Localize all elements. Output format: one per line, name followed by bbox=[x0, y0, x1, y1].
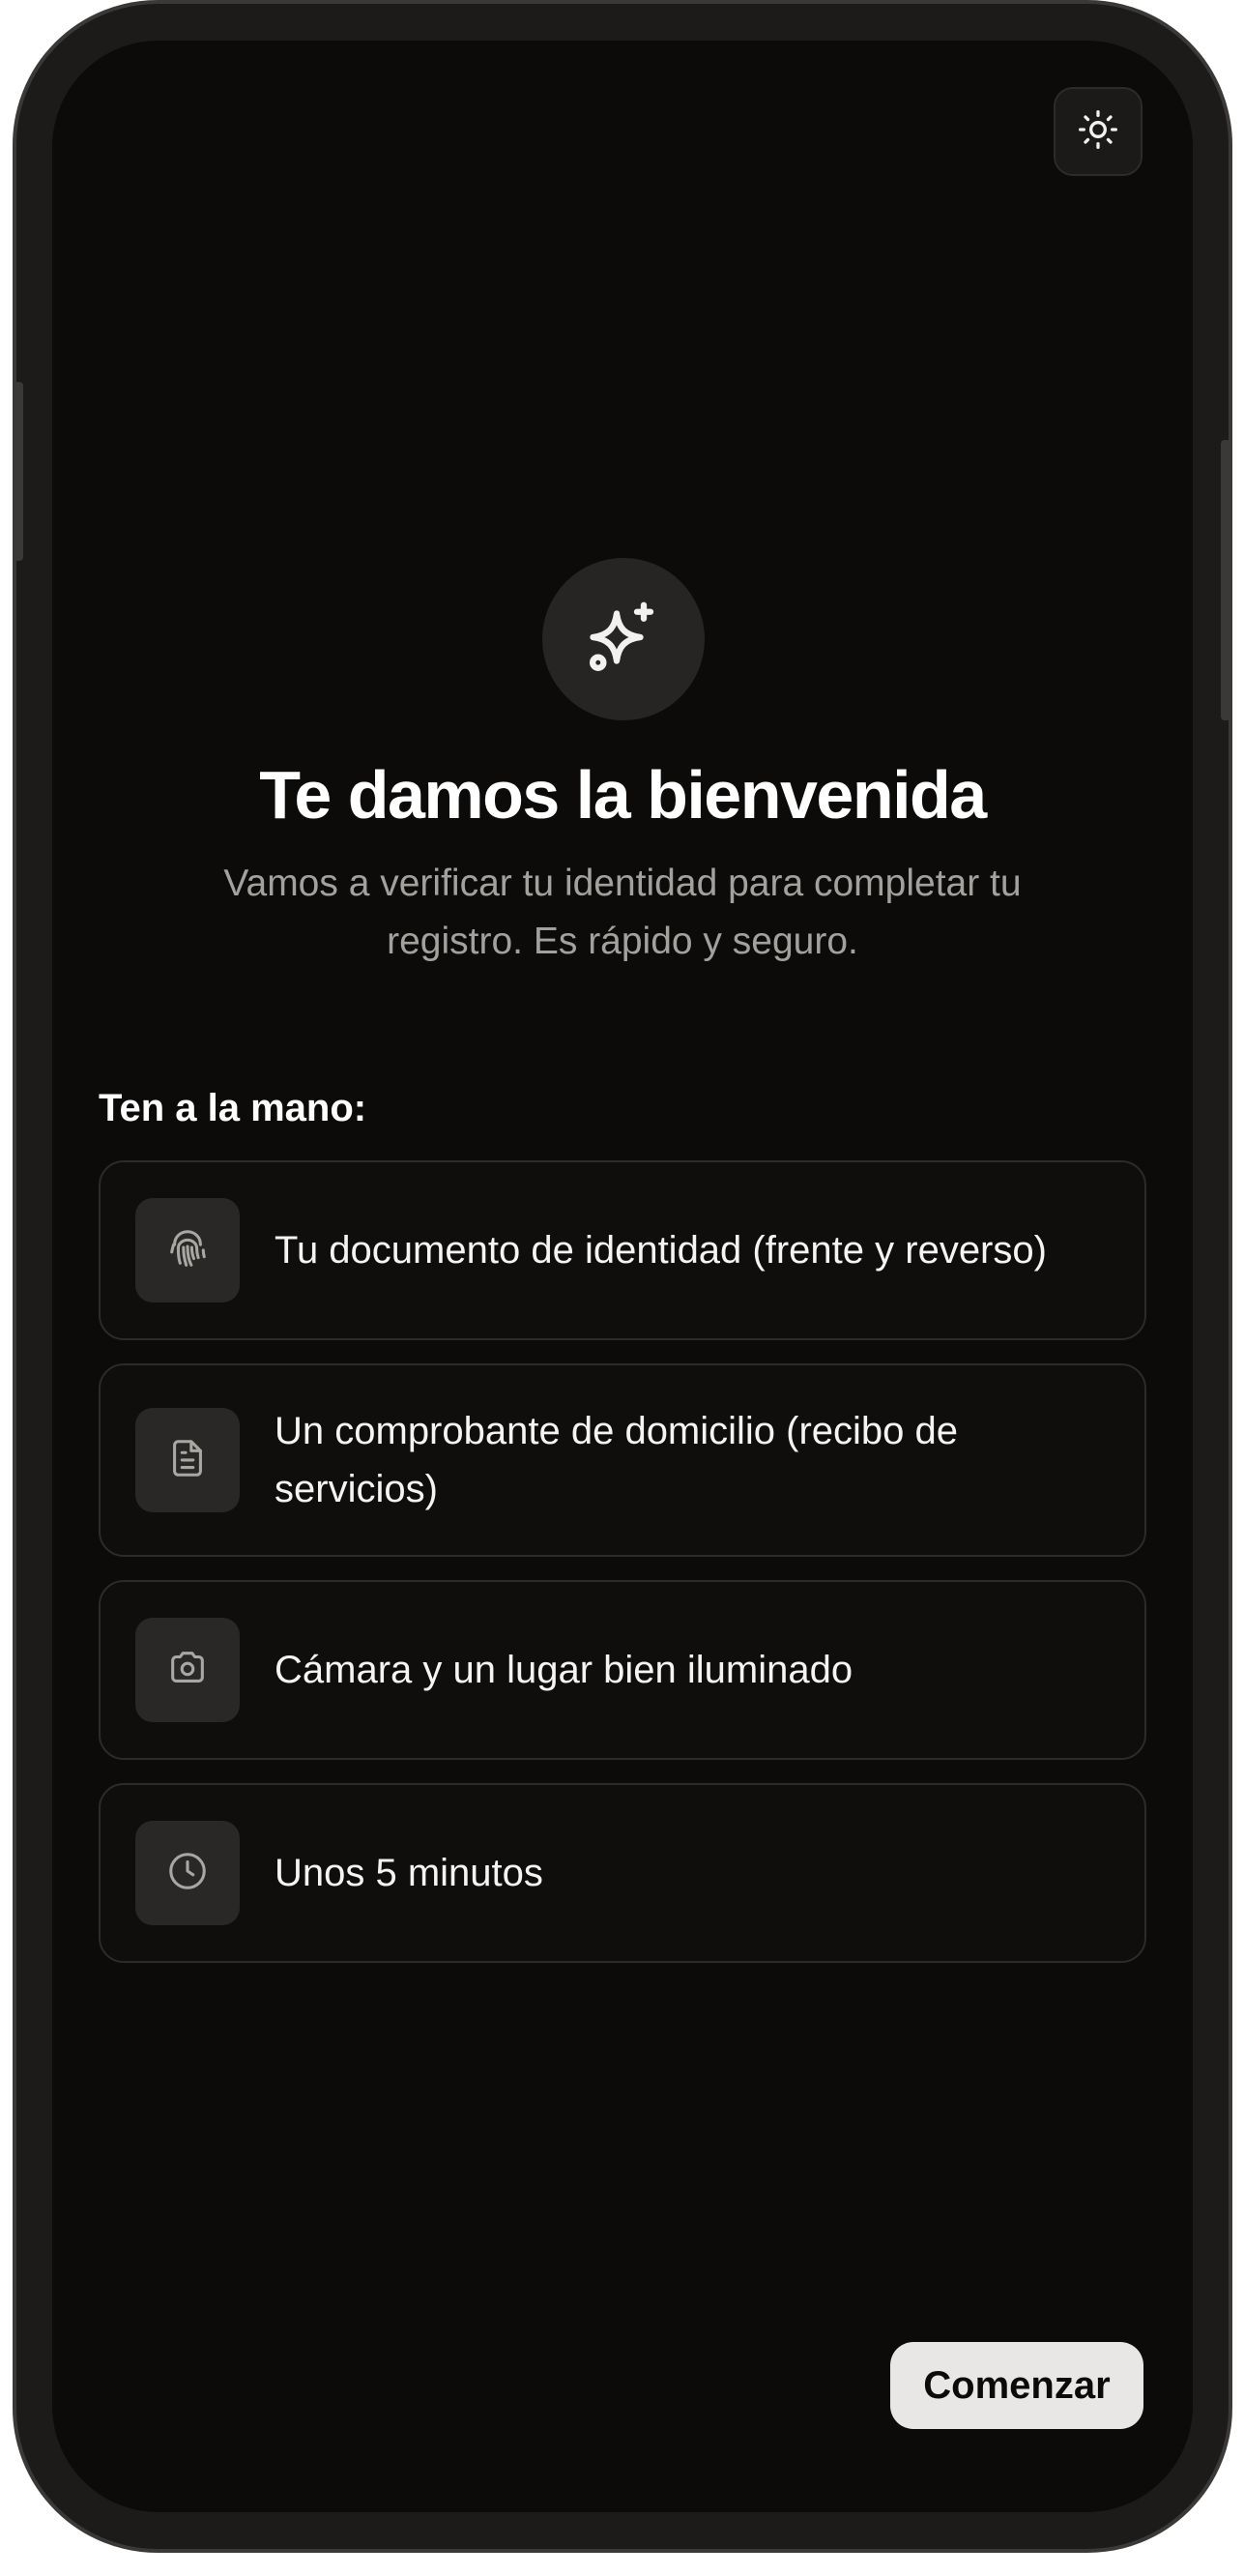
item-icon-tile bbox=[135, 1198, 240, 1303]
item-text: Tu documento de identidad (frente y reve… bbox=[275, 1229, 1047, 1272]
item-text: Cámara y un lugar bien iluminado bbox=[275, 1649, 853, 1691]
checklist-label: Ten a la mano: bbox=[99, 1087, 367, 1129]
start-button[interactable]: Comenzar bbox=[890, 2342, 1143, 2429]
sparkles-icon bbox=[583, 597, 664, 683]
item-text: Unos 5 minutos bbox=[275, 1852, 543, 1894]
item-icon-tile bbox=[135, 1821, 240, 1925]
device-side-button-left bbox=[14, 382, 23, 561]
item-icon-tile bbox=[135, 1408, 240, 1512]
checklist-item-time: Unos 5 minutos bbox=[99, 1783, 1146, 1963]
app-screen: Te damos la bienvenida Vamos a verificar… bbox=[52, 41, 1193, 2512]
clock-icon bbox=[165, 1849, 210, 1898]
document-icon bbox=[165, 1436, 210, 1485]
checklist-item-proof-of-address: Un comprobante de domicilio (recibo de s… bbox=[99, 1363, 1146, 1557]
page-subtitle: Vamos a verificar tu identidad para comp… bbox=[223, 863, 1022, 962]
camera-icon bbox=[165, 1646, 210, 1695]
hero-badge bbox=[542, 558, 705, 720]
item-text: Un comprobante de domicilio (recibo de s… bbox=[275, 1410, 959, 1510]
fingerprint-icon bbox=[165, 1226, 210, 1275]
checklist-item-camera: Cámara y un lugar bien iluminado bbox=[99, 1580, 1146, 1760]
item-icon-tile bbox=[135, 1618, 240, 1722]
page-title: Te damos la bienvenida bbox=[259, 757, 987, 833]
checklist-item-id-document: Tu documento de identidad (frente y reve… bbox=[99, 1160, 1146, 1340]
device-side-button-right bbox=[1221, 440, 1230, 720]
theme-toggle-button[interactable] bbox=[1054, 87, 1143, 176]
sun-icon bbox=[1077, 108, 1119, 156]
